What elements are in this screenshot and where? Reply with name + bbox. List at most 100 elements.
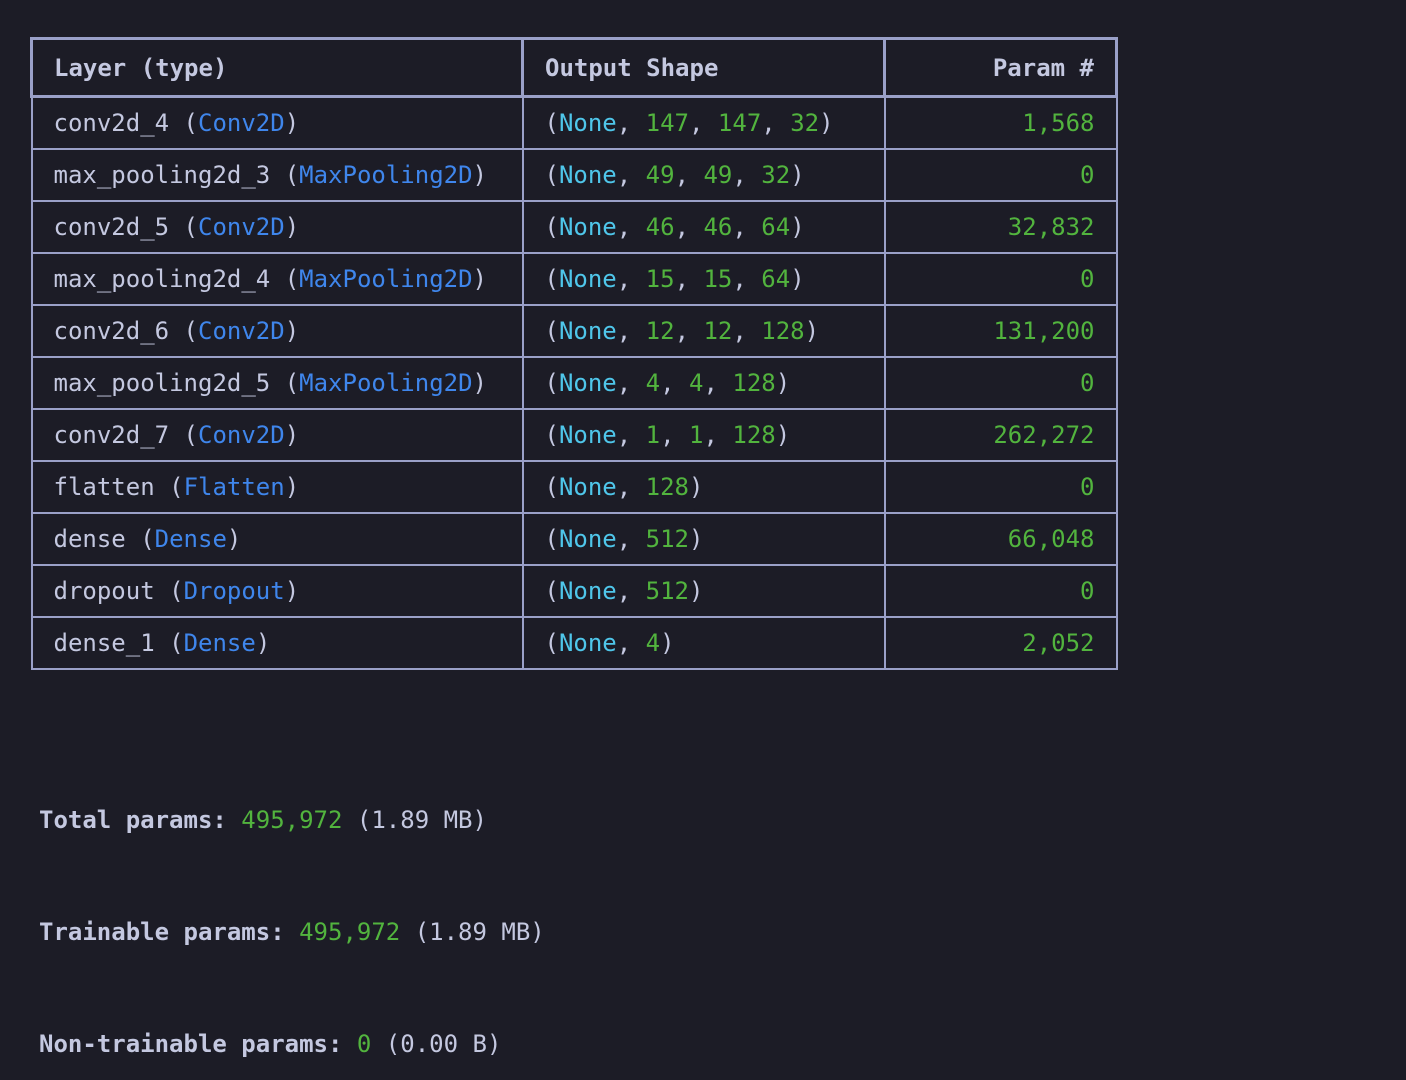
param-count-cell: 0 <box>883 563 1118 618</box>
layer-type: MaxPooling2D <box>299 160 473 189</box>
layer-name: conv2d_6 <box>53 316 170 345</box>
shape-dim: 128 <box>645 472 690 501</box>
batch-dim: None <box>558 108 617 137</box>
total-params-value: 495,972 <box>241 806 343 834</box>
model-summary-table: Layer (type) Output Shape Param # conv2d… <box>30 37 1118 670</box>
param-count-cell: 2,052 <box>883 615 1118 670</box>
layer-cell: max_pooling2d_4 (MaxPooling2D) <box>30 251 524 306</box>
shape-dim: 12 <box>645 316 675 345</box>
param-count-cell: 32,832 <box>883 199 1118 254</box>
param-count-cell: 131,200 <box>883 303 1118 358</box>
shape-dim: 128 <box>761 316 805 345</box>
layer-type: Flatten <box>183 472 285 501</box>
shape-dim: 4 <box>645 368 661 397</box>
output-shape-cell: (None, 4, 4, 128) <box>521 355 886 410</box>
total-params-label: Total params: <box>39 806 227 834</box>
table-row: dropout (Dropout) (None, 512) 0 <box>30 563 1118 618</box>
layer-name: max_pooling2d_5 <box>53 368 271 397</box>
total-params-line: Total params: 495,972 (1.89 MB) <box>39 806 487 834</box>
layer-type: Dropout <box>183 576 285 605</box>
layer-name: max_pooling2d_3 <box>53 160 271 189</box>
param-count-cell: 262,272 <box>883 407 1118 462</box>
shape-dim: 1 <box>645 420 661 449</box>
table-row: flatten (Flatten) (None, 128) 0 <box>30 459 1118 514</box>
header-layer-type: Layer (type) <box>30 37 524 98</box>
param-count-cell: 66,048 <box>883 511 1118 566</box>
layer-name: flatten <box>53 472 155 501</box>
layer-name: dropout <box>53 576 155 605</box>
param-count-cell: 0 <box>883 147 1118 202</box>
layer-type: Conv2D <box>198 212 285 241</box>
layer-type: Dense <box>183 628 256 657</box>
shape-dim: 147 <box>645 108 690 137</box>
non-trainable-params-value: 0 <box>356 1030 372 1058</box>
layer-name: dense_1 <box>53 628 155 657</box>
shape-dim: 512 <box>645 524 690 553</box>
layer-cell: max_pooling2d_3 (MaxPooling2D) <box>30 147 524 202</box>
shape-dim: 15 <box>703 264 733 293</box>
batch-dim: None <box>558 524 617 553</box>
layer-name: conv2d_7 <box>53 420 170 449</box>
batch-dim: None <box>558 212 617 241</box>
output-shape-cell: (None, 15, 15, 64) <box>521 251 886 306</box>
output-shape-cell: (None, 12, 12, 128) <box>521 303 886 358</box>
layer-type: Conv2D <box>198 108 285 137</box>
table-row: max_pooling2d_5 (MaxPooling2D) (None, 4, … <box>30 355 1118 410</box>
output-shape-cell: (None, 4) <box>521 615 886 670</box>
table-row: conv2d_4 (Conv2D) (None, 147, 147, 32) 1,5… <box>30 95 1118 150</box>
output-shape-cell: (None, 1, 1, 128) <box>521 407 886 462</box>
shape-dim: 46 <box>703 212 733 241</box>
trainable-params-value: 495,972 <box>299 918 401 946</box>
shape-dim: 32 <box>761 160 791 189</box>
param-count-cell: 0 <box>883 459 1118 514</box>
shape-dim: 1 <box>689 420 704 449</box>
layer-type: Conv2D <box>198 420 285 449</box>
output-shape-cell: (None, 49, 49, 32) <box>521 147 886 202</box>
shape-dim: 512 <box>645 576 690 605</box>
layer-cell: conv2d_6 (Conv2D) <box>30 303 524 358</box>
shape-dim: 64 <box>761 264 791 293</box>
shape-dim: 4 <box>645 628 661 657</box>
layer-name: conv2d_4 <box>53 108 170 137</box>
layer-cell: conv2d_5 (Conv2D) <box>30 199 524 254</box>
shape-dim: 46 <box>645 212 675 241</box>
param-count-cell: 0 <box>883 251 1118 306</box>
output-shape-cell: (None, 46, 46, 64) <box>521 199 886 254</box>
table-row: max_pooling2d_3 (MaxPooling2D) (None, 49,… <box>30 147 1118 202</box>
batch-dim: None <box>558 368 617 397</box>
batch-dim: None <box>558 472 617 501</box>
layer-type: MaxPooling2D <box>299 368 473 397</box>
shape-dim: 4 <box>689 368 704 397</box>
layer-cell: dense_1 (Dense) <box>30 615 524 670</box>
trainable-params-line: Trainable params: 495,972 (1.89 MB) <box>39 918 545 946</box>
layer-type: Dense <box>154 524 227 553</box>
layer-type: MaxPooling2D <box>299 264 473 293</box>
header-output-shape: Output Shape <box>521 37 886 98</box>
batch-dim: None <box>558 420 617 449</box>
non-trainable-params-size: (0.00 B) <box>385 1030 502 1058</box>
batch-dim: None <box>558 264 617 293</box>
batch-dim: None <box>558 316 617 345</box>
batch-dim: None <box>558 576 617 605</box>
table-header-row: Layer (type) Output Shape Param # <box>30 37 1118 98</box>
trainable-params-label: Trainable params: <box>39 918 285 946</box>
batch-dim: None <box>558 628 617 657</box>
shape-dim: 128 <box>732 420 776 449</box>
non-trainable-params-line: Non-trainable params: 0 (0.00 B) <box>39 1030 501 1058</box>
table-body: conv2d_4 (Conv2D) (None, 147, 147, 32) 1,5… <box>30 95 1118 670</box>
table-row: conv2d_5 (Conv2D) (None, 46, 46, 64) 32,83… <box>30 199 1118 254</box>
layer-name: conv2d_5 <box>53 212 170 241</box>
layer-cell: dropout (Dropout) <box>30 563 524 618</box>
shape-dim: 32 <box>790 108 820 137</box>
layer-name: max_pooling2d_4 <box>53 264 271 293</box>
output-shape-cell: (None, 512) <box>521 563 886 618</box>
output-shape-cell: (None, 128) <box>521 459 886 514</box>
header-param-count: Param # <box>883 37 1118 98</box>
shape-dim: 15 <box>645 264 675 293</box>
table-row: dense (Dense) (None, 512) 66,048 <box>30 511 1118 566</box>
param-count-cell: 1,568 <box>883 95 1118 150</box>
layer-cell: dense (Dense) <box>30 511 524 566</box>
layer-cell: max_pooling2d_5 (MaxPooling2D) <box>30 355 524 410</box>
shape-dim: 49 <box>645 160 675 189</box>
shape-dim: 49 <box>703 160 733 189</box>
